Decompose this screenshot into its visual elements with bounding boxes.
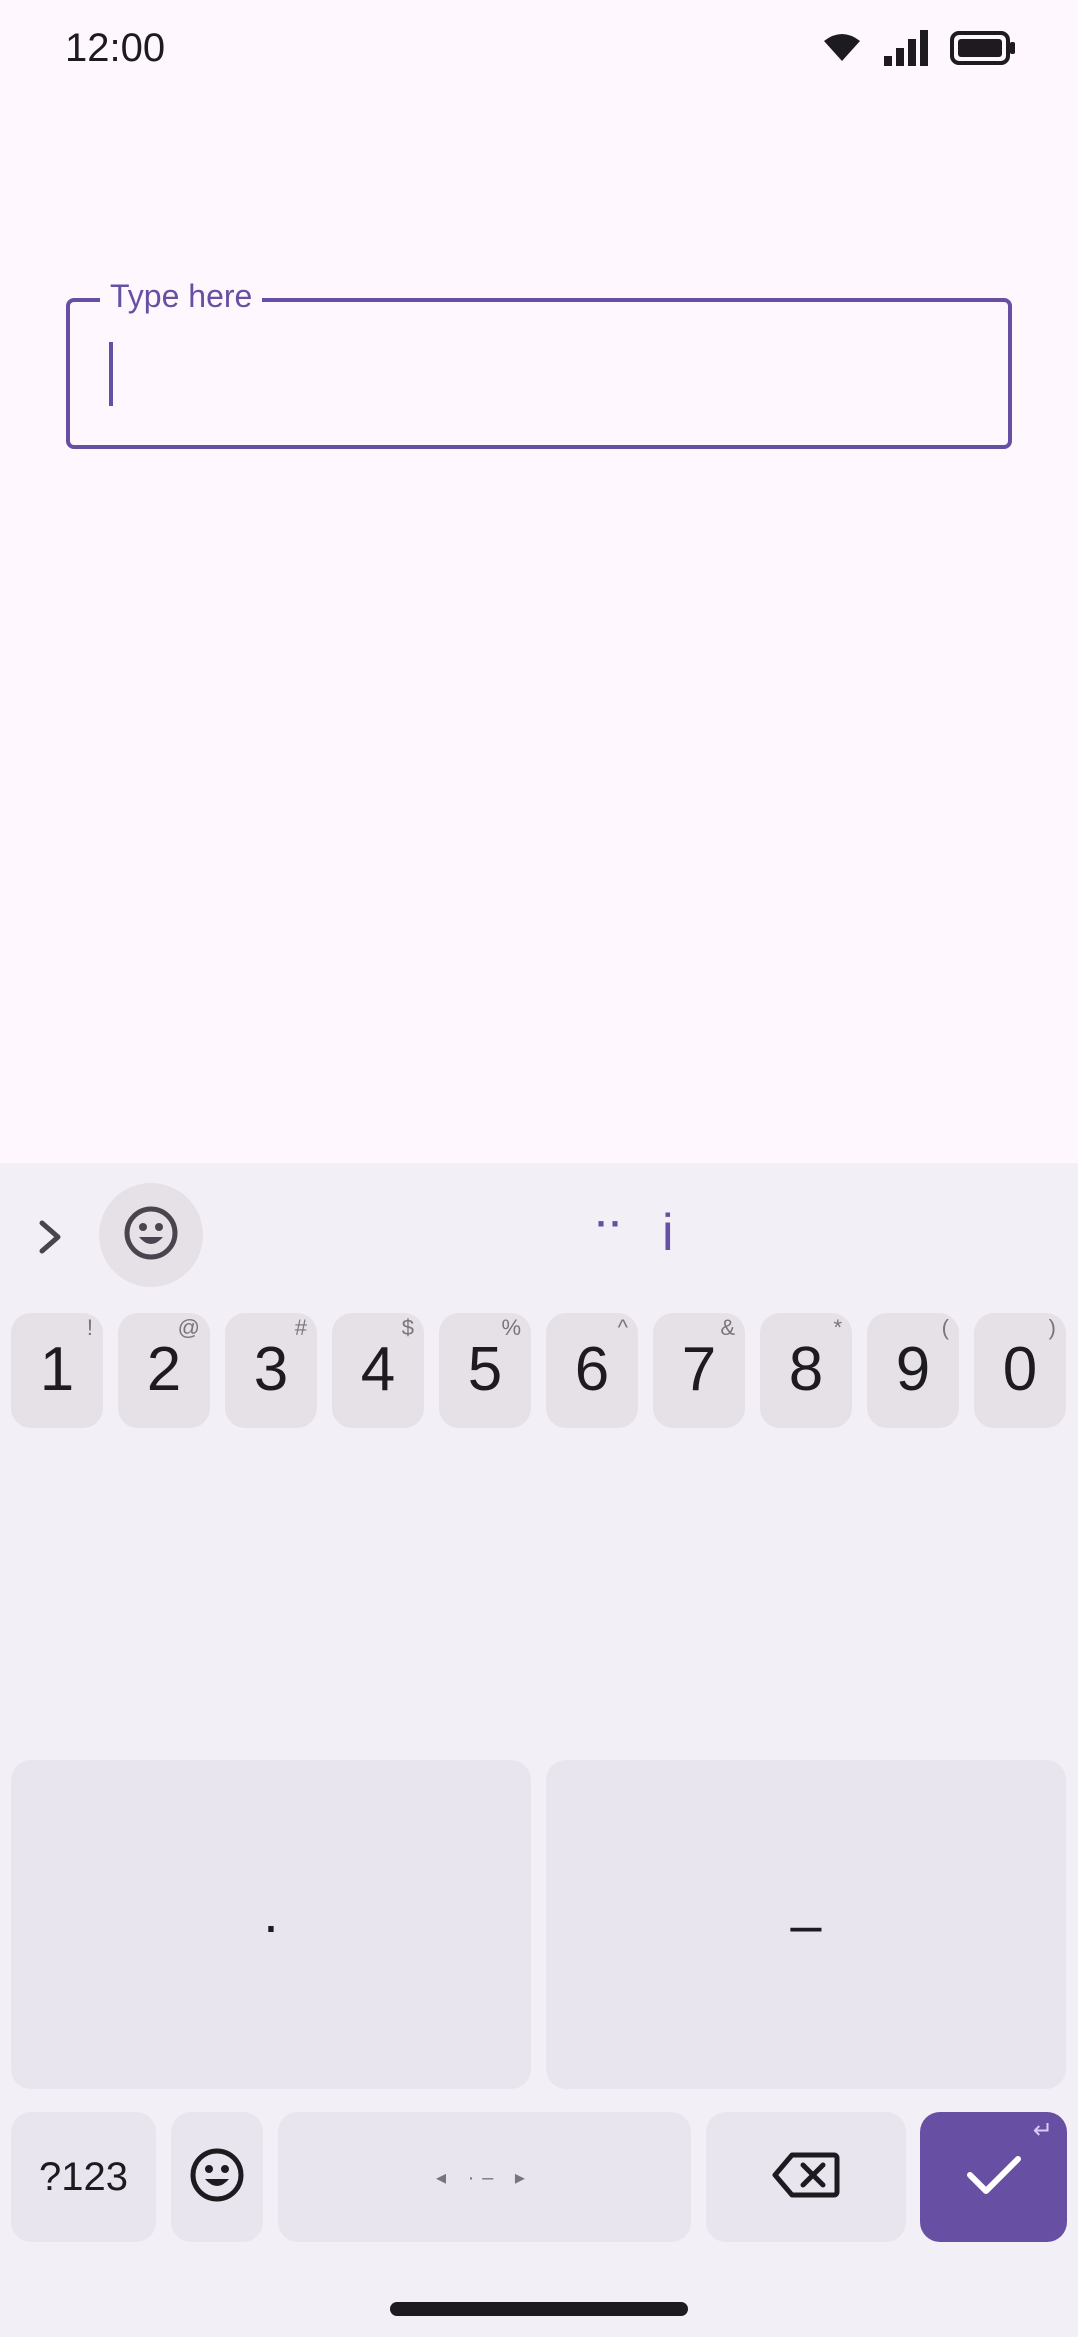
wifi-icon xyxy=(822,33,862,63)
battery-icon xyxy=(950,31,1016,65)
key-label: 6 xyxy=(574,1335,610,1404)
suggestion-dots[interactable]: ·· xyxy=(596,1203,624,1245)
key-dot[interactable]: · xyxy=(11,1760,531,2089)
key-2[interactable]: @ 2 xyxy=(118,1313,210,1428)
text-input-field[interactable] xyxy=(66,298,1012,449)
backspace-icon xyxy=(772,2151,840,2204)
key-0[interactable]: ) 0 xyxy=(974,1313,1066,1428)
field-label: Type here xyxy=(100,274,263,318)
keyboard-toolbar: ·· i xyxy=(0,1163,1078,1303)
chevron-right-icon[interactable] xyxy=(28,1215,72,1259)
symbols-key[interactable]: ?123 xyxy=(11,2112,156,2242)
emoji-key[interactable] xyxy=(171,2112,263,2242)
key-label: 5 xyxy=(467,1335,503,1404)
key-4[interactable]: $ 4 xyxy=(332,1313,424,1428)
keyboard: ·· i ! 1 @ 2 # 3 $ 4 % 5 ^ 6 & 7 * 8 (9… xyxy=(0,1163,1078,2337)
key-1[interactable]: ! 1 xyxy=(11,1313,103,1428)
key-label: 4 xyxy=(360,1335,396,1404)
key-6[interactable]: ^ 6 xyxy=(546,1313,638,1428)
enter-icon: ↵ xyxy=(1032,2117,1053,2144)
key-label: 8 xyxy=(788,1335,824,1404)
key-label: 1 xyxy=(39,1335,75,1404)
status-time: 12:00 xyxy=(65,26,166,70)
status-bar: 12:00 xyxy=(0,0,1078,96)
signal-icon xyxy=(884,30,928,66)
key-7[interactable]: & 7 xyxy=(653,1313,745,1428)
key-label: 2 xyxy=(146,1335,182,1404)
key-dash[interactable]: – xyxy=(546,1760,1066,2089)
delete-key[interactable] xyxy=(706,2112,906,2242)
emoji-icon xyxy=(189,2147,245,2208)
key-5[interactable]: % 5 xyxy=(439,1313,531,1428)
number-row: ! 1 @ 2 # 3 $ 4 % 5 ^ 6 & 7 * 8 (9) 0 xyxy=(0,1313,1078,1431)
suggestion-i[interactable]: i xyxy=(662,1203,674,1263)
check-icon xyxy=(966,2153,1022,2202)
key-label: 9 xyxy=(895,1335,931,1404)
key-9[interactable]: ( 9 xyxy=(867,1313,959,1428)
key-8[interactable]: * 8 xyxy=(760,1313,852,1428)
key-label: 7 xyxy=(681,1335,717,1404)
key-3[interactable]: # 3 xyxy=(225,1313,317,1428)
status-icons xyxy=(822,28,1016,68)
key-label: 0 xyxy=(1002,1335,1038,1404)
space-key[interactable]: ◂ ·– ▸ xyxy=(278,2112,691,2242)
done-key[interactable]: ↵ xyxy=(920,2112,1067,2242)
emoji-button[interactable] xyxy=(99,1183,203,1287)
emoji-icon xyxy=(123,1205,179,1266)
key-label: 3 xyxy=(253,1335,289,1404)
navigation-handle[interactable] xyxy=(390,2302,688,2316)
text-cursor xyxy=(109,342,113,406)
